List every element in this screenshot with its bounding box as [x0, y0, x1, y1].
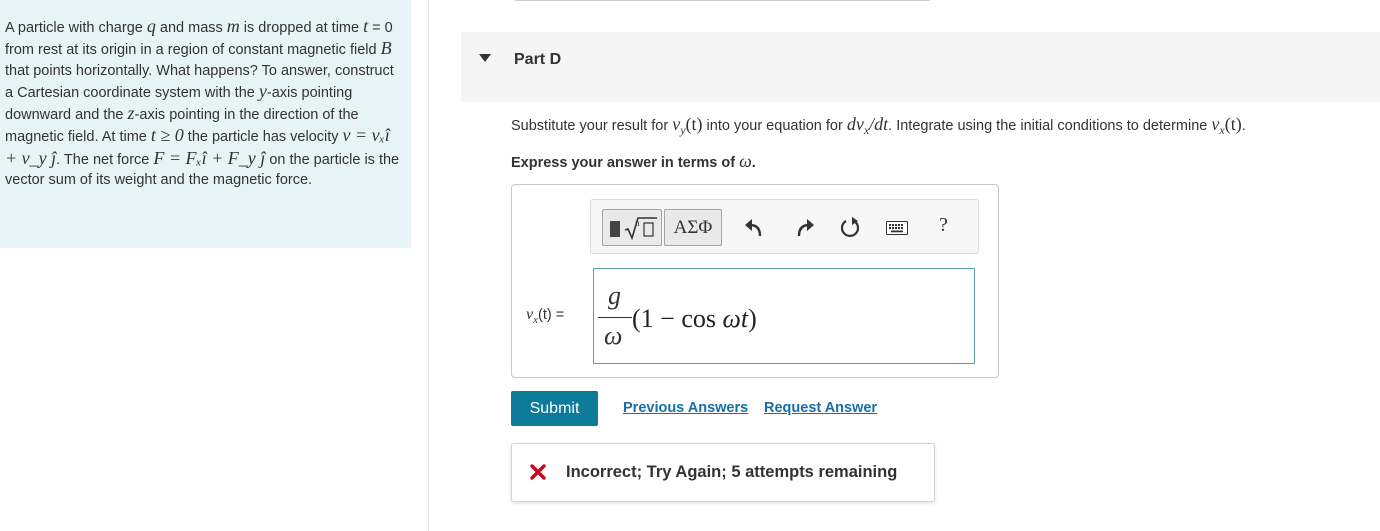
- math-toolbar: n ΑΣΦ ?: [590, 199, 979, 254]
- part-instruction: Substitute your result for vy(t) into yo…: [511, 114, 1246, 137]
- column-divider: [428, 0, 429, 531]
- part-title: Part D: [514, 51, 562, 68]
- answer-box: n ΑΣΦ ? vx(t) = g ω (1 − cos ωt): [511, 184, 999, 378]
- answer-format-hint: Express your answer in terms of ω.: [511, 151, 756, 171]
- answer-label: vx(t) =: [526, 306, 565, 326]
- top-divider: [515, 0, 930, 1]
- error-x-icon: [530, 464, 546, 480]
- problem-statement: A particle with charge q and mass m is d…: [5, 16, 400, 189]
- help-icon[interactable]: ?: [939, 214, 961, 236]
- feedback-box: Incorrect; Try Again; 5 attempts remaini…: [511, 443, 935, 502]
- caret-down-icon[interactable]: [479, 54, 491, 62]
- answer-input[interactable]: g ω (1 − cos ωt): [593, 268, 975, 364]
- request-answer-link[interactable]: Request Answer: [764, 400, 877, 416]
- feedback-message: Incorrect; Try Again; 5 attempts remaini…: [566, 463, 898, 481]
- block-icon: [610, 221, 620, 237]
- fraction-denominator: ω: [604, 321, 623, 350]
- templates-button[interactable]: n: [602, 209, 662, 246]
- fraction-bar: [598, 317, 632, 318]
- answer-expression: (1 − cos ωt): [632, 304, 757, 333]
- undo-icon[interactable]: [743, 217, 765, 239]
- svg-text:n: n: [635, 218, 640, 228]
- keyboard-icon[interactable]: [886, 221, 908, 235]
- submit-button[interactable]: Submit: [511, 391, 598, 426]
- greek-letters-button[interactable]: ΑΣΦ: [664, 209, 722, 246]
- reset-icon[interactable]: [839, 217, 861, 239]
- sqrt-template-icon: n: [624, 217, 657, 240]
- fraction-numerator: g: [608, 281, 621, 310]
- force-equation: F = Fₓî + F_y ĵ: [153, 147, 266, 168]
- previous-answers-link[interactable]: Previous Answers: [623, 400, 748, 416]
- part-header[interactable]: Part D: [461, 32, 1380, 102]
- redo-icon[interactable]: [794, 217, 816, 239]
- problem-panel: A particle with charge q and mass m is d…: [0, 0, 411, 248]
